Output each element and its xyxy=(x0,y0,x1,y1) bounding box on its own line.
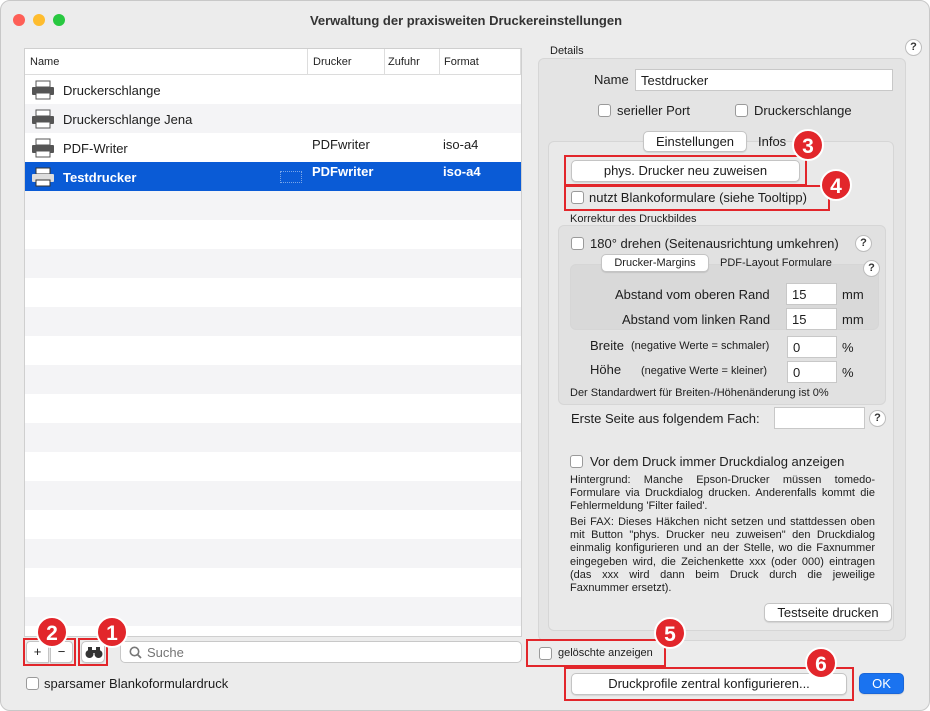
correction-label: Korrektur des Druckbildes xyxy=(570,213,697,225)
window: Verwaltung der praxisweiten Druckereinst… xyxy=(0,0,930,711)
rotate-180-checkbox[interactable] xyxy=(571,237,584,250)
tab-einstellungen[interactable]: Einstellungen xyxy=(643,131,747,152)
column-header-format[interactable]: Format xyxy=(444,49,521,75)
table-header: Name Drucker Zufuhr Format xyxy=(25,49,521,75)
row-name: Druckerschlange xyxy=(63,83,161,98)
empty-row xyxy=(25,191,521,220)
print-dialog-checkbox[interactable] xyxy=(570,455,583,468)
width-unit: % xyxy=(842,340,854,355)
empty-row xyxy=(25,481,521,510)
column-header-printer[interactable]: Drucker xyxy=(313,49,385,75)
top-margin-label: Abstand vom oberen Rand xyxy=(615,287,770,302)
width-hint: (negative Werte = schmaler) xyxy=(631,340,770,352)
default-note: Der Standardwert für Breiten-/Höhenänder… xyxy=(570,387,829,399)
width-field[interactable]: 0 xyxy=(787,336,837,358)
sparse-blank-print-checkbox[interactable] xyxy=(26,677,39,690)
top-margin-field[interactable]: 15 xyxy=(786,283,837,305)
row-printer: PDFwriter xyxy=(312,164,374,179)
height-field[interactable]: 0 xyxy=(787,361,837,383)
print-dialog-label: Vor dem Druck immer Druckdialog anzeigen xyxy=(590,454,845,469)
test-print-button[interactable]: Testseite drucken xyxy=(764,603,892,622)
table-row-selected[interactable]: Testdrucker PDFwriter iso-a4 xyxy=(25,162,521,191)
empty-row xyxy=(25,539,521,568)
fax-info-text: Bei FAX: Dieses Häkchen nicht setzen und… xyxy=(570,516,875,595)
annotation-badge-5: 5 xyxy=(654,617,686,649)
margins-help-button[interactable]: ? xyxy=(863,260,880,277)
column-header-name[interactable]: Name xyxy=(30,49,308,75)
rotate-180-label: 180° drehen (Seitenausrichtung umkehren) xyxy=(590,236,839,251)
tab-infos[interactable]: Infos xyxy=(758,134,786,149)
window-title: Verwaltung der praxisweiten Druckereinst… xyxy=(309,13,623,28)
serial-port-label: serieller Port xyxy=(617,103,690,118)
annotation-badge-4: 4 xyxy=(820,169,852,201)
table-row[interactable]: PDF-Writer PDFwriter iso-a4 xyxy=(25,133,521,162)
rotate-help-button[interactable]: ? xyxy=(855,235,872,252)
row-format: iso-a4 xyxy=(443,137,479,152)
printer-icon xyxy=(32,80,54,100)
annotation-badge-2: 2 xyxy=(36,616,68,648)
search-input[interactable] xyxy=(147,644,507,660)
printer-queue-checkbox[interactable] xyxy=(735,104,748,117)
title-bar: Verwaltung der praxisweiten Druckereinst… xyxy=(1,1,929,39)
row-name: PDF-Writer xyxy=(63,141,128,156)
width-label: Breite xyxy=(590,338,624,353)
name-label: Name xyxy=(594,72,629,87)
row-name: Testdrucker xyxy=(63,170,137,185)
empty-row xyxy=(25,365,521,394)
drag-handle-icon[interactable] xyxy=(280,171,302,183)
sparse-blank-print-label: sparsamer Blankoformulardruck xyxy=(44,676,229,691)
left-margin-label: Abstand vom linken Rand xyxy=(622,312,771,327)
ok-button[interactable]: OK xyxy=(859,673,904,694)
column-header-feed[interactable]: Zufuhr xyxy=(388,49,440,75)
search-field[interactable] xyxy=(120,641,522,663)
annotation-box-4 xyxy=(564,185,830,211)
tab-drucker-margins[interactable]: Drucker-Margins xyxy=(601,254,709,272)
height-hint: (negative Werte = kleiner) xyxy=(641,365,768,377)
details-section-label: Details xyxy=(550,45,584,57)
annotation-badge-6: 6 xyxy=(805,647,837,679)
printer-icon xyxy=(32,138,54,158)
name-field[interactable]: Testdrucker xyxy=(635,69,893,91)
first-page-field[interactable] xyxy=(774,407,865,429)
left-margin-unit: mm xyxy=(842,312,864,327)
help-button[interactable]: ? xyxy=(905,39,922,56)
empty-row xyxy=(25,249,521,278)
empty-row xyxy=(25,423,521,452)
row-name: Druckerschlange Jena xyxy=(63,112,193,127)
annotation-badge-1: 1 xyxy=(96,616,128,648)
printer-table: Name Drucker Zufuhr Format Druckerschlan… xyxy=(24,48,522,637)
printer-queue-label: Druckerschlange xyxy=(754,103,852,118)
table-body: Druckerschlange Druckerschlange Jena PDF… xyxy=(25,75,521,636)
table-row[interactable]: Druckerschlange Jena xyxy=(25,104,521,133)
row-printer: PDFwriter xyxy=(312,137,370,152)
annotation-box-3 xyxy=(564,155,807,186)
top-margin-unit: mm xyxy=(842,287,864,302)
row-format: iso-a4 xyxy=(443,164,481,179)
height-label: Höhe xyxy=(590,362,622,377)
left-margin-field[interactable]: 15 xyxy=(786,308,837,330)
background-info-text: Hintergrund: Manche Epson-Drucker müssen… xyxy=(570,474,875,513)
tab-pdf-layout[interactable]: PDF-Layout Formulare xyxy=(720,257,832,269)
serial-port-checkbox[interactable] xyxy=(598,104,611,117)
annotation-badge-3: 3 xyxy=(792,129,824,161)
search-icon xyxy=(129,646,142,659)
empty-row xyxy=(25,307,521,336)
printer-icon xyxy=(32,167,54,187)
annotation-box-5 xyxy=(526,639,666,667)
printer-icon xyxy=(32,109,54,129)
first-page-help-button[interactable]: ? xyxy=(869,410,886,427)
height-unit: % xyxy=(842,365,854,380)
first-page-label: Erste Seite aus folgendem Fach: xyxy=(571,411,760,426)
table-row[interactable]: Druckerschlange xyxy=(25,75,521,104)
